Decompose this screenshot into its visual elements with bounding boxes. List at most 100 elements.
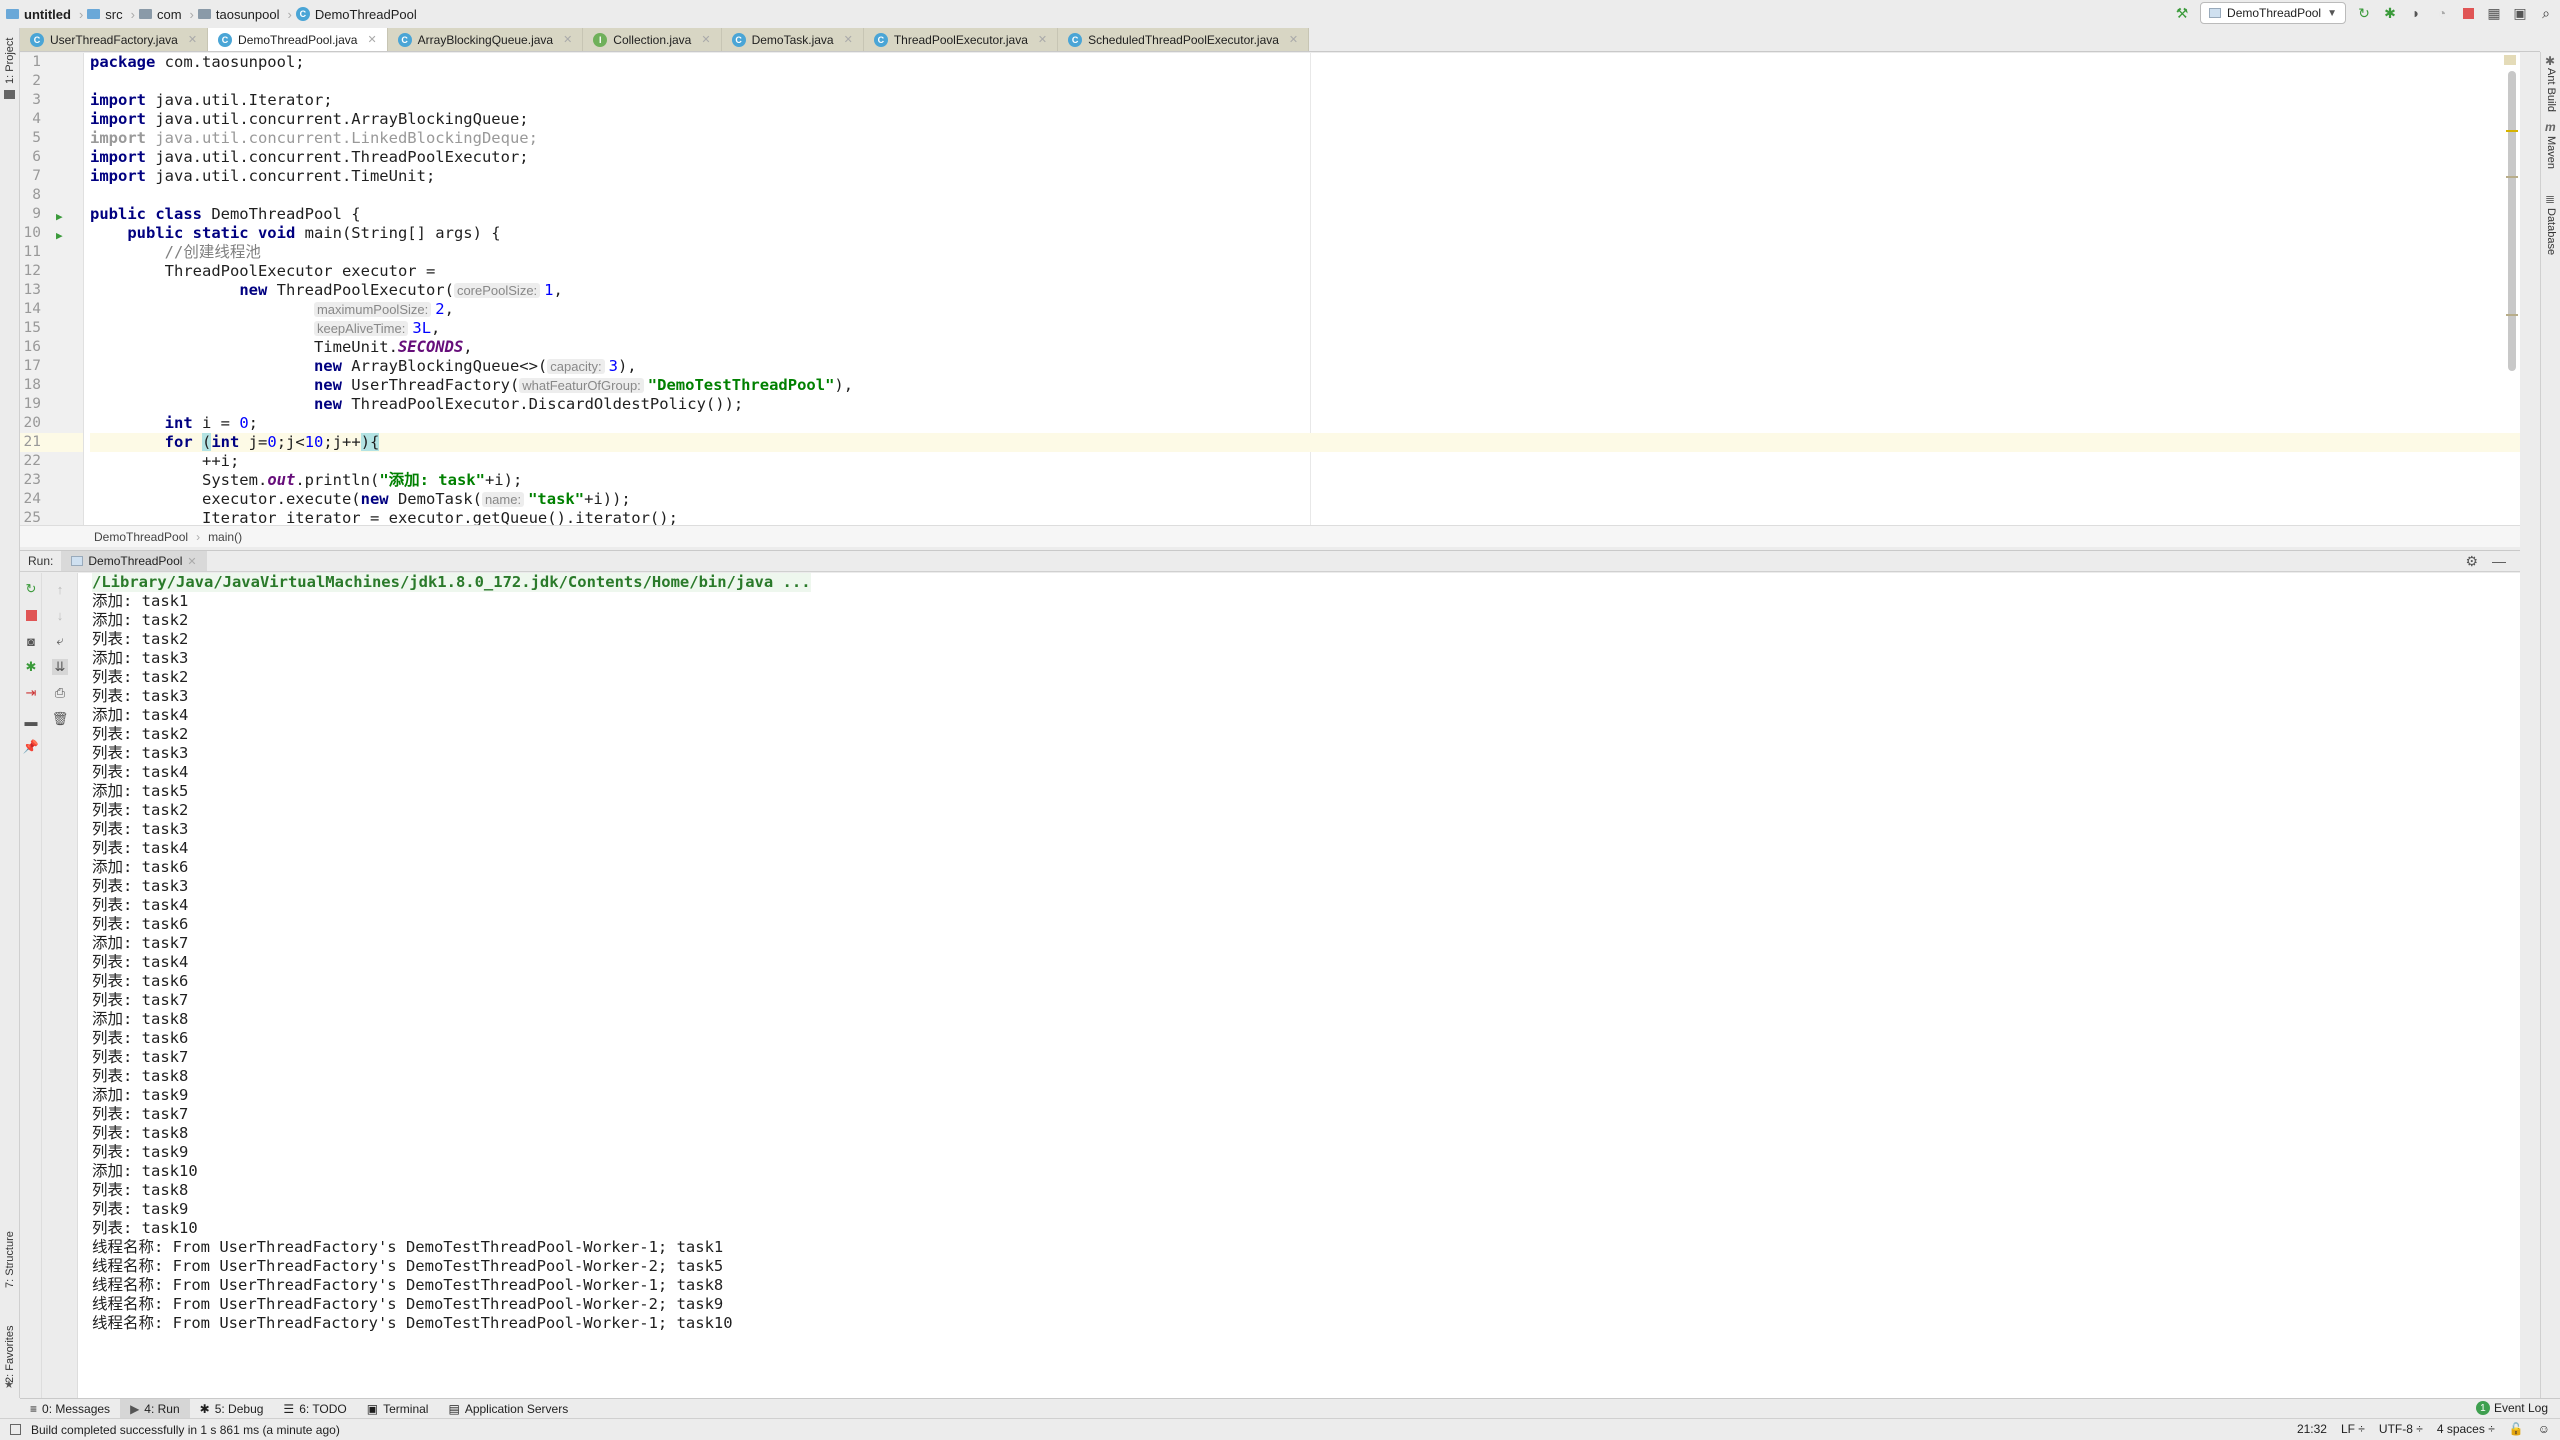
console-line: 列表: task6	[92, 1029, 189, 1047]
servers-icon: ▤	[448, 1401, 460, 1416]
code-line: ThreadPoolExecutor executor =	[164, 262, 436, 280]
marker[interactable]	[2506, 314, 2518, 316]
tool-debug[interactable]: ✱ 5: Debug	[190, 1399, 274, 1418]
exit-icon[interactable]: ⇥	[23, 685, 39, 701]
editor-scrollbar[interactable]	[2508, 71, 2516, 371]
tab-array-blocking-queue[interactable]: C ArrayBlockingQueue.java ✕	[387, 28, 584, 51]
run-class-gutter-icon[interactable]: ▶	[56, 210, 63, 223]
down-arrow-icon[interactable]: ↓	[52, 607, 68, 623]
project-structure-icon[interactable]: ▦	[2486, 5, 2502, 21]
stop-icon[interactable]	[2460, 5, 2476, 21]
crumb-taosunpool[interactable]: taosunpool	[197, 7, 280, 22]
search-icon[interactable]: ⌕	[2538, 5, 2554, 21]
console-line: 线程名称: From UserThreadFactory's DemoTestT…	[92, 1295, 724, 1313]
toggle-tool-windows-icon[interactable]	[10, 1424, 21, 1435]
stop-icon[interactable]	[23, 607, 39, 623]
rerun-icon[interactable]: ↻	[2356, 5, 2372, 21]
event-log-button[interactable]: 1 Event Log	[2475, 1401, 2548, 1415]
console-line: 添加: task3	[92, 649, 189, 667]
tool-terminal[interactable]: ▣ Terminal	[357, 1399, 439, 1418]
pin-icon[interactable]: 📌	[23, 739, 39, 755]
breadcrumb-method[interactable]: main()	[208, 530, 242, 544]
debug-attach-icon[interactable]: ✱	[23, 659, 39, 675]
favorites-tool-button[interactable]: 2: Favorites	[4, 1326, 16, 1383]
minimize-icon[interactable]: —	[2492, 553, 2506, 570]
trash-icon[interactable]: 🗑	[52, 711, 69, 727]
console-line: 列表: task4	[92, 839, 189, 857]
code-editor[interactable]: 1 2 3 4 5 6 7 8 9 10 11 12 13 14 15 16 1…	[20, 53, 2520, 527]
close-icon[interactable]: ✕	[188, 33, 197, 46]
up-arrow-icon[interactable]: ↑	[52, 581, 68, 597]
warning-marker[interactable]	[2506, 130, 2518, 132]
rerun-icon[interactable]: ↻	[23, 581, 39, 597]
folder-icon	[4, 90, 15, 99]
ant-icon: ✱	[2545, 54, 2556, 68]
tool-todo[interactable]: ☰ 6: TODO	[273, 1399, 356, 1418]
run-window-icon[interactable]: ▣	[2512, 5, 2528, 21]
tab-thread-pool-executor[interactable]: C ThreadPoolExecutor.java ✕	[863, 28, 1059, 51]
ant-build-tool-button[interactable]: Ant Build	[2545, 68, 2557, 112]
print-icon[interactable]: ⎙	[52, 685, 68, 701]
build-hammer-icon[interactable]: ⚒	[2174, 5, 2190, 21]
console-line: 添加: task10	[92, 1162, 198, 1180]
close-icon[interactable]: ✕	[844, 33, 853, 46]
close-icon[interactable]: ✕	[563, 33, 572, 46]
inspection-status-icon[interactable]	[2504, 55, 2516, 65]
profile-icon[interactable]: ◔	[2434, 5, 2450, 21]
scroll-to-end-icon[interactable]: ⇊	[52, 659, 68, 675]
maven-tool-button[interactable]: Maven	[2545, 136, 2557, 169]
debug-icon[interactable]: ✱	[2382, 5, 2398, 21]
close-icon[interactable]: ✕	[187, 555, 196, 568]
tab-demo-thread-pool[interactable]: C DemoThreadPool.java ✕	[208, 28, 388, 51]
status-message[interactable]: Build completed successfully in 1 s 861 …	[31, 1423, 340, 1437]
code-line: executor.execute(new DemoTask(name: "task…	[201, 490, 631, 508]
run-configuration-select[interactable]: DemoThreadPool ▼	[2200, 2, 2346, 24]
close-icon[interactable]: ✕	[367, 33, 376, 46]
class-icon: C	[1068, 32, 1083, 47]
tab-demo-task[interactable]: C DemoTask.java ✕	[721, 28, 864, 51]
crumb-src[interactable]: src	[87, 7, 123, 22]
camera-icon[interactable]: ◙	[23, 633, 39, 649]
encoding-select[interactable]: UTF-8 ÷	[2379, 1422, 2423, 1436]
coverage-icon[interactable]: ◗	[2408, 5, 2424, 21]
marker[interactable]	[2506, 176, 2518, 178]
database-tool-button[interactable]: Database	[2545, 208, 2557, 255]
console-line: 列表: task9	[92, 1143, 189, 1161]
breadcrumb-class[interactable]: DemoThreadPool	[94, 530, 188, 544]
chevron-icon: ›	[78, 6, 84, 22]
tab-scheduled-thread-pool-executor[interactable]: C ScheduledThreadPoolExecutor.java ✕	[1058, 28, 1310, 51]
close-icon[interactable]: ✕	[1289, 33, 1298, 46]
settings-gear-icon[interactable]: ⚙	[2465, 553, 2478, 570]
interface-icon: I	[593, 32, 608, 47]
structure-tool-button[interactable]: 7: Structure	[4, 1231, 16, 1288]
layout-icon[interactable]: ▬	[23, 713, 39, 729]
folder-icon	[87, 9, 101, 19]
lock-icon[interactable]: 🔓	[2509, 1422, 2524, 1436]
soft-wrap-icon[interactable]: ⤶	[52, 633, 68, 649]
tab-collection[interactable]: I Collection.java ✕	[583, 28, 722, 51]
indent-select[interactable]: 4 spaces ÷	[2437, 1422, 2495, 1436]
tool-application-servers[interactable]: ▤ Application Servers	[438, 1399, 578, 1418]
caret-position[interactable]: 21:32	[2297, 1422, 2327, 1436]
console-line: 列表: task8	[92, 1181, 189, 1199]
console-line: 添加: task8	[92, 1010, 189, 1028]
package-icon	[197, 9, 211, 19]
tool-run[interactable]: ▶ 4: Run	[120, 1399, 190, 1418]
parameter-hint: corePoolSize:	[453, 283, 541, 298]
inspector-icon[interactable]: ☺	[2538, 1422, 2550, 1436]
project-tool-button[interactable]: 1: Project	[4, 38, 16, 84]
tool-messages[interactable]: ≡ 0: Messages	[20, 1399, 120, 1418]
line-number: 24	[23, 491, 41, 507]
close-icon[interactable]: ✕	[701, 33, 710, 46]
line-separator-select[interactable]: LF ÷	[2341, 1422, 2365, 1436]
run-main-gutter-icon[interactable]: ▶	[56, 229, 63, 242]
line-number: 19	[23, 396, 41, 412]
crumb-com[interactable]: com	[138, 7, 182, 22]
run-tab-demo-thread-pool[interactable]: DemoThreadPool ✕	[61, 551, 207, 571]
crumb-project[interactable]: untitled	[6, 7, 71, 22]
console-output[interactable]: /Library/Java/JavaVirtualMachines/jdk1.8…	[78, 573, 2520, 1398]
close-icon[interactable]: ✕	[1038, 33, 1047, 46]
tab-user-thread-factory[interactable]: C UserThreadFactory.java ✕	[20, 28, 209, 51]
crumb-class[interactable]: C DemoThreadPool	[295, 7, 417, 22]
code-line: TimeUnit.SECONDS,	[313, 338, 473, 356]
